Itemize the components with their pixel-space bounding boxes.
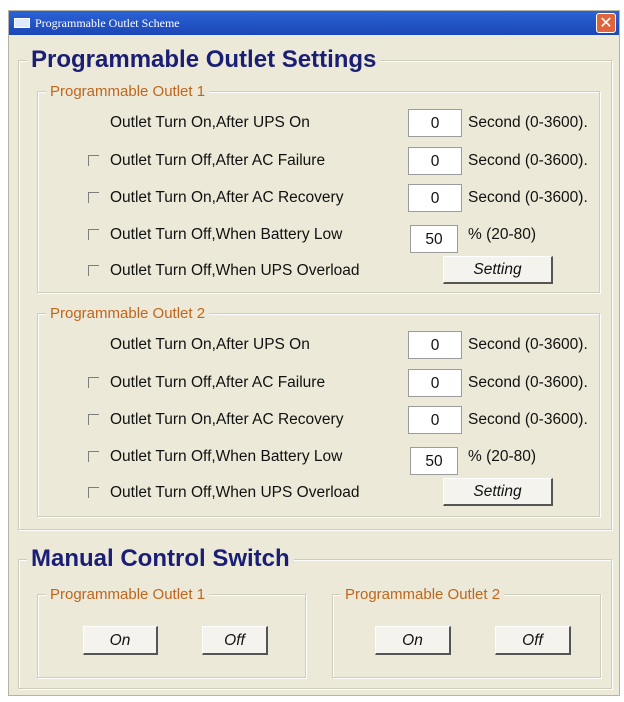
overload-setting-button[interactable]: Setting bbox=[443, 478, 553, 506]
unit-label: Second (0-3600). bbox=[468, 374, 588, 391]
manual-heading: Manual Control Switch bbox=[27, 546, 294, 572]
outlet-2-off-button[interactable]: Off bbox=[495, 626, 571, 655]
delay-input[interactable]: 0 bbox=[408, 369, 462, 397]
delay-input[interactable]: 0 bbox=[408, 109, 462, 137]
unit-label: % (20-80) bbox=[468, 448, 537, 465]
row-label: Outlet Turn Off,When Battery Low bbox=[110, 448, 343, 465]
enable-checkbox[interactable] bbox=[88, 229, 99, 240]
close-button[interactable]: ✕ bbox=[596, 13, 616, 33]
outlet-1-on-button[interactable]: On bbox=[83, 626, 158, 655]
outlet-1-settings-group: Programmable Outlet 1 Outlet Turn On,Aft… bbox=[37, 83, 600, 293]
manual-outlet-1-label: Programmable Outlet 1 bbox=[46, 586, 210, 603]
row-label: Outlet Turn Off,When UPS Overload bbox=[110, 262, 360, 279]
delay-input[interactable]: 0 bbox=[408, 331, 462, 359]
unit-label: Second (0-3600). bbox=[468, 336, 588, 353]
outlet-2-on-button[interactable]: On bbox=[375, 626, 451, 655]
unit-label: Second (0-3600). bbox=[468, 411, 588, 428]
delay-input[interactable]: 0 bbox=[408, 406, 462, 434]
delay-input[interactable]: 0 bbox=[408, 184, 462, 212]
row-label: Outlet Turn On,After AC Recovery bbox=[110, 189, 344, 206]
enable-checkbox[interactable] bbox=[88, 192, 99, 203]
delay-input[interactable]: 0 bbox=[408, 147, 462, 175]
outlet-1-settings-label: Programmable Outlet 1 bbox=[46, 83, 210, 100]
row-label: Outlet Turn On,After UPS On bbox=[110, 336, 310, 353]
row-label: Outlet Turn Off,When UPS Overload bbox=[110, 484, 360, 501]
window-icon bbox=[14, 18, 30, 28]
row-label: Outlet Turn On,After AC Recovery bbox=[110, 411, 344, 428]
outlet-2-settings-group: Programmable Outlet 2 Outlet Turn On,Aft… bbox=[37, 305, 600, 517]
unit-label: % (20-80) bbox=[468, 226, 537, 243]
unit-label: Second (0-3600). bbox=[468, 189, 588, 206]
overload-setting-button[interactable]: Setting bbox=[443, 256, 553, 284]
row-label: Outlet Turn Off,After AC Failure bbox=[110, 374, 326, 391]
row-label: Outlet Turn Off,When Battery Low bbox=[110, 226, 343, 243]
outlet-1-off-button[interactable]: Off bbox=[202, 626, 268, 655]
enable-checkbox[interactable] bbox=[88, 155, 99, 166]
battery-percent-input[interactable]: 50 bbox=[410, 447, 458, 475]
manual-outlet-2-label: Programmable Outlet 2 bbox=[341, 586, 505, 603]
title-bar[interactable]: Programmable Outlet Scheme ✕ bbox=[9, 11, 619, 35]
manual-outlet-2-group: Programmable Outlet 2 On Off bbox=[332, 586, 601, 678]
enable-checkbox[interactable] bbox=[88, 265, 99, 276]
outlet-2-settings-label: Programmable Outlet 2 bbox=[46, 305, 210, 322]
row-label: Outlet Turn Off,After AC Failure bbox=[110, 152, 326, 169]
enable-checkbox[interactable] bbox=[88, 451, 99, 462]
unit-label: Second (0-3600). bbox=[468, 114, 588, 131]
manual-outlet-1-group: Programmable Outlet 1 On Off bbox=[37, 586, 306, 678]
settings-heading: Programmable Outlet Settings bbox=[27, 47, 381, 73]
enable-checkbox[interactable] bbox=[88, 414, 99, 425]
settings-group: Programmable Outlet Settings Programmabl… bbox=[18, 47, 612, 530]
dialog-window: Programmable Outlet Scheme ✕ Programmabl… bbox=[8, 10, 620, 696]
window-title: Programmable Outlet Scheme bbox=[35, 16, 180, 30]
row-label: Outlet Turn On,After UPS On bbox=[110, 114, 310, 131]
enable-checkbox[interactable] bbox=[88, 377, 99, 388]
battery-percent-input[interactable]: 50 bbox=[410, 225, 458, 253]
manual-group: Manual Control Switch Programmable Outle… bbox=[18, 546, 612, 689]
unit-label: Second (0-3600). bbox=[468, 152, 588, 169]
enable-checkbox[interactable] bbox=[88, 487, 99, 498]
